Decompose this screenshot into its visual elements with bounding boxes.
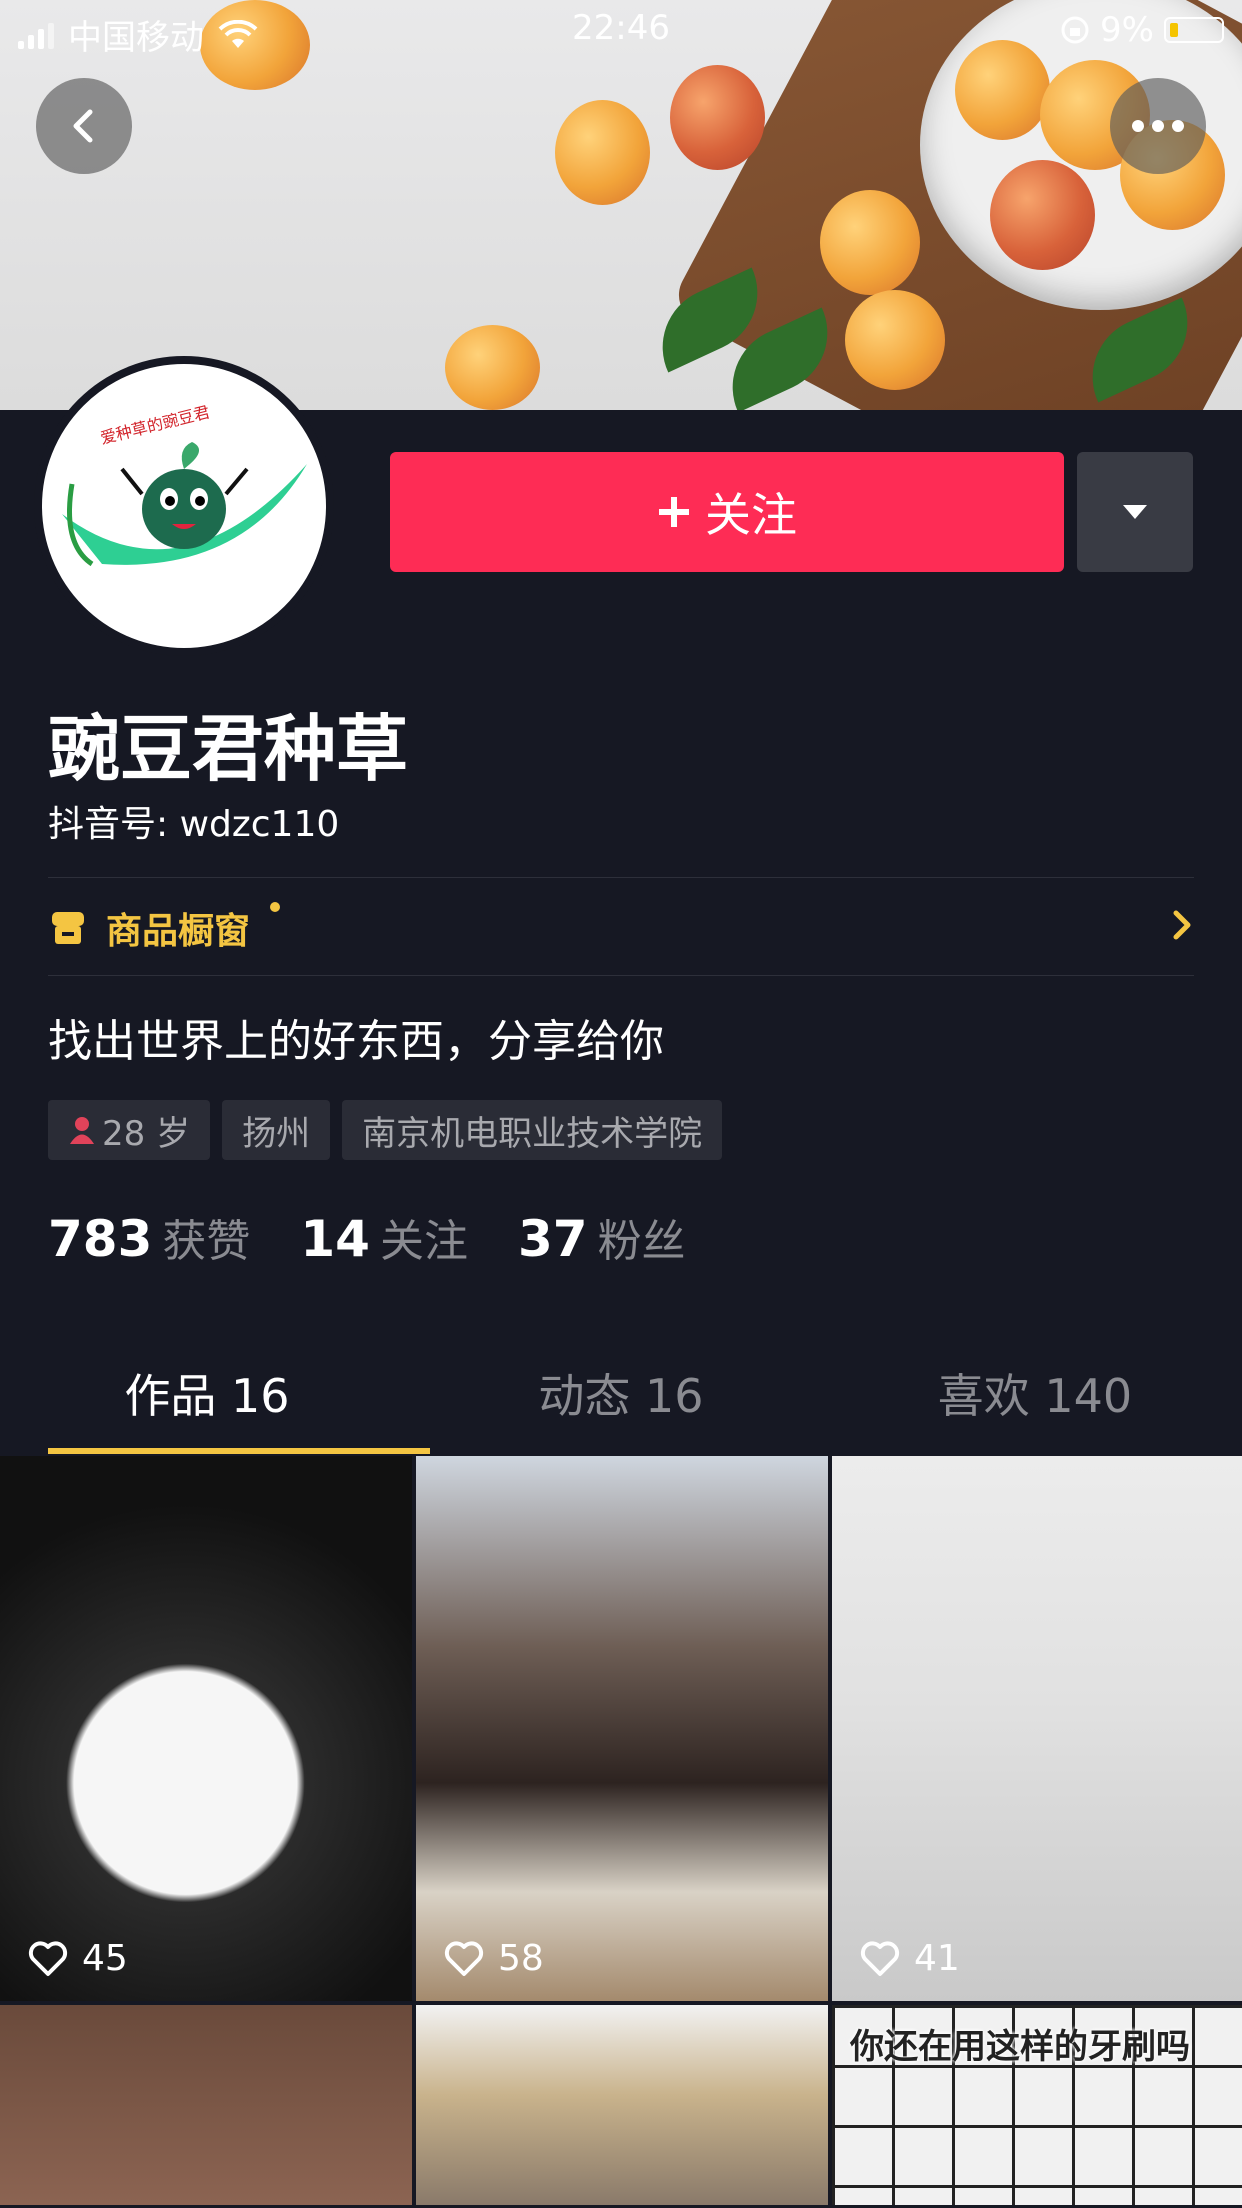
video-likes-count: 58	[498, 1938, 544, 1979]
heart-icon	[860, 1940, 900, 1976]
video-thumbnail[interactable]: 你还在用这样的牙刷吗	[832, 2005, 1242, 2205]
school-tag: 南京机电职业技术学院	[342, 1100, 723, 1160]
video-likes-count: 45	[82, 1938, 128, 1979]
banner-apricot	[445, 325, 540, 410]
stat-followers[interactable]: 37 粉丝	[518, 1205, 686, 1269]
battery-percent: 9%	[1100, 10, 1154, 50]
battery-icon	[1164, 17, 1224, 43]
status-bar: 中国移动 22:46 9%	[0, 0, 1242, 60]
tab-dynamics[interactable]: 动态 16	[414, 1330, 828, 1455]
stat-likes-count: 783	[48, 1210, 153, 1268]
school-tag-label: 南京机电职业技术学院	[362, 1113, 703, 1154]
new-indicator-dot	[270, 902, 280, 912]
caret-down-icon	[1123, 505, 1147, 519]
age-tag-label: 28 岁	[102, 1113, 191, 1154]
video-thumbnail[interactable]: 41	[832, 1456, 1242, 2001]
video-thumbnail[interactable]	[0, 2005, 412, 2205]
profile-bio: 找出世界上的好东西，分享给你	[48, 1016, 664, 1067]
tab-likes[interactable]: 喜欢 140	[828, 1330, 1242, 1455]
divider	[48, 975, 1194, 976]
profile-handle: 抖音号: wdzc110	[48, 804, 340, 845]
profile-tabs: 作品 16 动态 16 喜欢 140	[0, 1330, 1242, 1455]
video-thumbnail[interactable]	[416, 2005, 828, 2205]
follow-label: 关注	[705, 488, 797, 542]
follow-button[interactable]: 关注	[390, 452, 1064, 572]
stat-following-count: 14	[300, 1210, 370, 1268]
tab-works[interactable]: 作品 16	[0, 1330, 414, 1455]
banner-apricot	[820, 190, 920, 295]
female-user-icon	[70, 1117, 94, 1144]
shop-label: 商品橱窗	[106, 911, 251, 952]
video-likes: 41	[860, 1938, 960, 1979]
banner-apricot	[845, 290, 945, 390]
video-likes: 45	[28, 1938, 128, 1979]
status-time: 22:46	[572, 8, 670, 48]
svg-text:爱种草的豌豆君: 爱种草的豌豆君	[98, 402, 211, 448]
stat-followers-label: 粉丝	[597, 1216, 686, 1267]
shop-icon	[52, 912, 84, 944]
banner-apricot	[555, 100, 650, 205]
chevron-right-icon[interactable]	[1170, 905, 1194, 945]
video-grid: 45 58 41 你还在用这样的牙刷吗	[0, 1456, 1242, 2208]
banner-apricot	[990, 160, 1095, 270]
video-thumbnail[interactable]: 58	[416, 1456, 828, 2001]
video-likes: 58	[444, 1938, 544, 1979]
chevron-left-icon	[73, 109, 93, 143]
recommend-dropdown-button[interactable]	[1077, 452, 1193, 572]
pea-pod-logo: 爱种草的豌豆君	[62, 402, 307, 567]
video-thumbnail[interactable]: 45	[0, 1456, 412, 2001]
stat-followers-count: 37	[517, 1210, 588, 1268]
heart-icon	[28, 1940, 68, 1976]
more-options-button[interactable]	[1110, 78, 1206, 174]
divider	[48, 877, 1194, 878]
stat-likes-label: 获赞	[162, 1216, 251, 1267]
heart-icon	[444, 1940, 484, 1976]
stat-following[interactable]: 14 关注	[300, 1205, 468, 1269]
banner-apricot	[670, 65, 765, 170]
more-dots-icon	[1132, 120, 1184, 132]
avatar[interactable]: 爱种草的豌豆君	[34, 356, 334, 656]
back-button[interactable]	[36, 78, 132, 174]
profile-name: 豌豆君种草	[48, 707, 409, 791]
stat-following-label: 关注	[379, 1216, 468, 1267]
active-tab-indicator	[48, 1448, 430, 1454]
profile-tags: 28 岁 扬州 南京机电职业技术学院	[48, 1100, 723, 1160]
orientation-lock-icon	[1061, 16, 1089, 44]
profile-banner: 中国移动 22:46 9%	[0, 0, 1242, 410]
shop-window-link[interactable]: 商品橱窗	[48, 898, 250, 958]
plus-icon	[659, 497, 689, 527]
location-tag: 扬州	[222, 1100, 331, 1160]
age-tag: 28 岁	[48, 1100, 211, 1160]
video-likes-count: 41	[914, 1938, 960, 1979]
stat-likes: 783 获赞	[48, 1205, 250, 1269]
video-caption: 你还在用这样的牙刷吗	[850, 2027, 1190, 2067]
location-tag-label: 扬州	[242, 1113, 311, 1154]
profile-stats: 783 获赞 14 关注 37 粉丝	[48, 1205, 686, 1269]
